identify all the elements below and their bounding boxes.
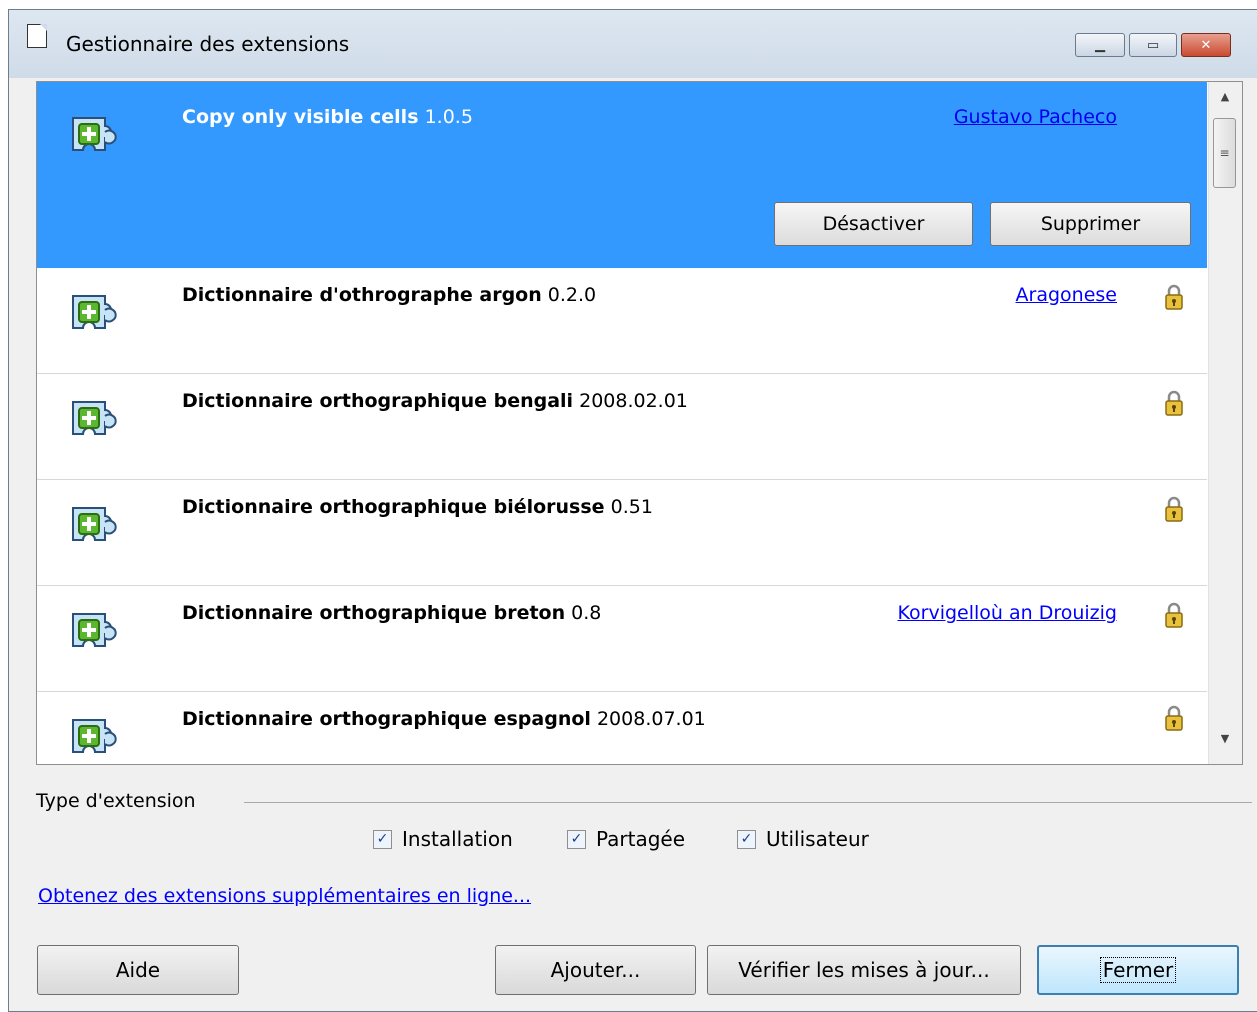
- extension-name: Dictionnaire orthographique bengali 2008…: [182, 390, 688, 412]
- close-window-button[interactable]: ✕: [1181, 33, 1231, 57]
- extension-name: Dictionnaire d'othrographe argon 0.2.0: [182, 284, 597, 306]
- scrollbar-thumb[interactable]: ≡: [1213, 118, 1236, 188]
- add-button[interactable]: Ajouter...: [495, 945, 696, 995]
- puzzle-piece-icon: [72, 295, 117, 329]
- extension-row[interactable]: Dictionnaire orthographique espagnol 200…: [37, 692, 1207, 764]
- window-title: Gestionnaire des extensions: [66, 32, 350, 56]
- extension-row[interactable]: Dictionnaire d'othrographe argon 0.2.0 A…: [37, 268, 1207, 374]
- check-updates-button[interactable]: Vérifier les mises à jour...: [707, 945, 1021, 995]
- checkbox-label: Partagée: [596, 827, 686, 851]
- lock-icon: [1165, 496, 1183, 522]
- shared-checkbox[interactable]: ✓ Partagée: [567, 826, 685, 852]
- puzzle-piece-icon: [72, 401, 117, 435]
- lock-icon: [1165, 390, 1183, 416]
- extension-name: Dictionnaire orthographique espagnol 200…: [182, 708, 706, 730]
- puzzle-piece-icon: [72, 613, 117, 647]
- close-button-label: Fermer: [1099, 957, 1177, 983]
- minimize-button[interactable]: ▁: [1075, 33, 1125, 57]
- extension-name: Dictionnaire orthographique biélorusse 0…: [182, 496, 653, 518]
- extension-row[interactable]: Dictionnaire orthographique bengali 2008…: [37, 374, 1207, 480]
- disable-button[interactable]: Désactiver: [774, 202, 973, 246]
- extension-manager-window: Gestionnaire des extensions ▁ ▭ ✕ Copy o…: [8, 9, 1257, 1012]
- puzzle-piece-icon: [72, 507, 117, 541]
- author-link[interactable]: Aragonese: [1016, 284, 1117, 306]
- extension-list: Copy only visible cells 1.0.5 Gustavo Pa…: [36, 81, 1243, 765]
- checkbox-label: Installation: [402, 827, 513, 851]
- lock-icon: [1165, 602, 1183, 628]
- installation-checkbox[interactable]: ✓ Installation: [373, 826, 513, 852]
- document-icon: [27, 24, 47, 48]
- vertical-scrollbar[interactable]: ▲ ≡ ▼: [1208, 82, 1242, 764]
- extension-name: Dictionnaire orthographique breton 0.8: [182, 602, 602, 624]
- extension-row[interactable]: Dictionnaire orthographique biélorusse 0…: [37, 480, 1207, 586]
- checkbox-checked-icon[interactable]: ✓: [737, 829, 756, 849]
- extension-type-label: Type d'extension: [36, 790, 196, 812]
- lock-icon: [1165, 284, 1183, 310]
- extension-name: Copy only visible cells 1.0.5: [182, 106, 473, 128]
- checkbox-checked-icon[interactable]: ✓: [373, 829, 392, 849]
- author-link[interactable]: Gustavo Pacheco: [954, 106, 1117, 128]
- user-checkbox[interactable]: ✓ Utilisateur: [737, 826, 869, 852]
- get-more-extensions-link[interactable]: Obtenez des extensions supplémentaires e…: [38, 885, 531, 907]
- close-button[interactable]: Fermer: [1037, 945, 1239, 995]
- puzzle-piece-icon: [72, 117, 117, 151]
- scroll-down-arrow-icon[interactable]: ▼: [1217, 732, 1233, 748]
- checkbox-checked-icon[interactable]: ✓: [567, 829, 586, 849]
- scroll-up-arrow-icon[interactable]: ▲: [1217, 90, 1233, 106]
- separator-line: [244, 802, 1252, 803]
- author-link[interactable]: Korvigelloù an Drouizig: [898, 602, 1118, 624]
- help-button[interactable]: Aide: [37, 945, 239, 995]
- checkbox-label: Utilisateur: [766, 827, 869, 851]
- extension-row[interactable]: Dictionnaire orthographique breton 0.8 K…: [37, 586, 1207, 692]
- lock-icon: [1165, 705, 1183, 731]
- title-bar[interactable]: Gestionnaire des extensions ▁ ▭ ✕: [9, 10, 1257, 78]
- puzzle-piece-icon: [72, 719, 117, 753]
- maximize-button[interactable]: ▭: [1129, 33, 1177, 57]
- extension-row[interactable]: Copy only visible cells 1.0.5 Gustavo Pa…: [37, 82, 1207, 268]
- remove-button[interactable]: Supprimer: [990, 202, 1191, 246]
